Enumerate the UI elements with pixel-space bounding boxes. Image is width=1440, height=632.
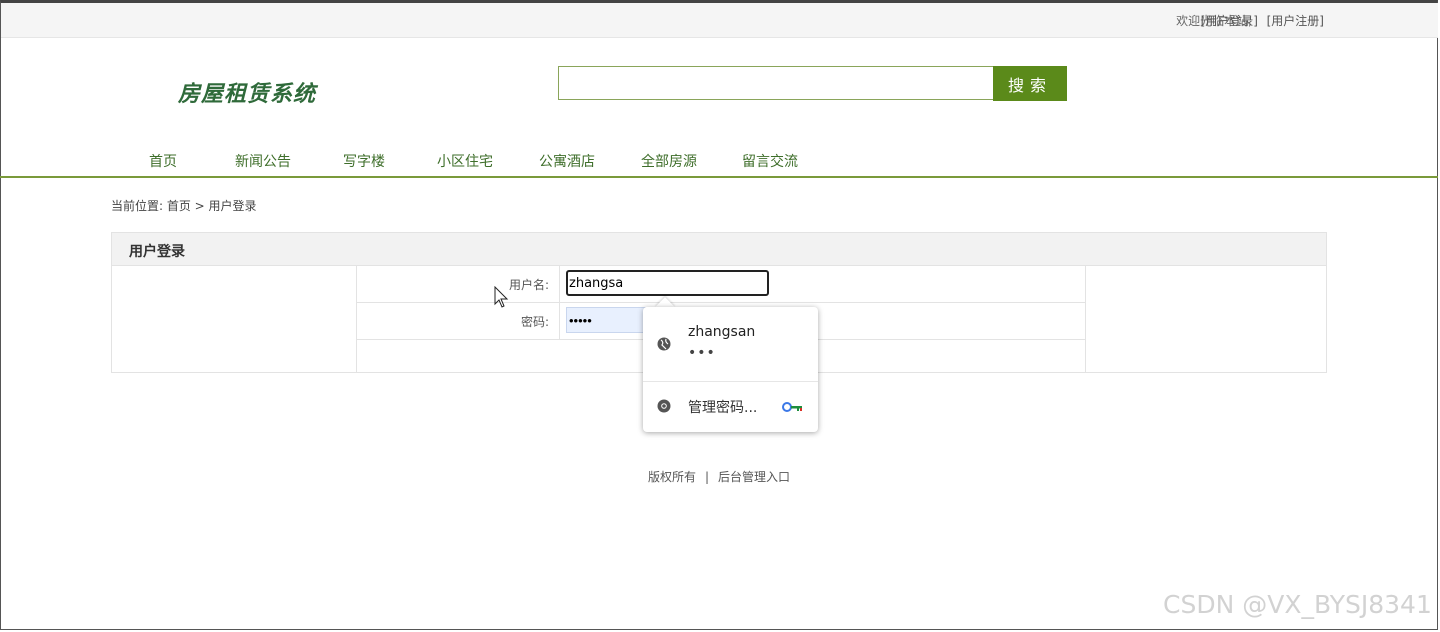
copyright-link[interactable]: 版权所有 [648,470,696,484]
user-login-link[interactable]: [用户登录] [1201,12,1258,29]
login-panel-header: 用户登录 [112,233,1326,266]
password-label: 密码: [520,315,549,329]
user-register-link[interactable]: [用户注册] [1267,12,1324,29]
nav-item-all-listings[interactable]: 全部房源 [641,151,697,171]
nav-item-residential[interactable]: 小区住宅 [437,151,493,171]
top-bar: 欢迎光临本站, [用户登录] [用户注册] [1,3,1438,38]
footer-separator: | [704,470,710,484]
suggested-password-mask: ••• [688,345,716,361]
autocomplete-dropdown: zhangsan ••• 管理密码... [643,307,818,432]
manage-passwords-item[interactable]: 管理密码... [643,381,818,432]
main-nav: 首页 新闻公告 写字楼 小区住宅 公寓酒店 全部房源 留言交流 [0,146,1438,178]
login-panel-title: 用户登录 [129,244,185,260]
globe-icon [657,337,671,351]
key-icon [782,402,802,412]
mouse-cursor-icon [494,286,509,308]
search-input[interactable] [558,66,994,100]
nav-item-messages[interactable]: 留言交流 [742,151,798,171]
autocomplete-suggestion[interactable]: zhangsan ••• [643,307,818,382]
username-row: 用户名: [357,265,1085,303]
username-input[interactable] [566,270,769,296]
row-divider [559,265,560,302]
nav-item-news[interactable]: 新闻公告 [235,151,291,171]
admin-entry-link[interactable]: 后台管理入口 [718,470,790,484]
manage-passwords-label: 管理密码... [688,400,758,416]
username-label: 用户名: [508,278,549,292]
chrome-icon [657,399,671,413]
nav-item-home[interactable]: 首页 [149,151,177,171]
row-divider [559,302,560,339]
watermark: CSDN @VX_BYSJ8341 [1163,590,1432,619]
password-input[interactable] [566,307,646,333]
footer: 版权所有 | 后台管理入口 [0,468,1438,485]
nav-item-apartment[interactable]: 公寓酒店 [539,151,595,171]
suggested-username: zhangsan [688,324,756,340]
site-logo: 房屋租赁系统 [178,81,317,107]
breadcrumb: 当前位置: 首页 > 用户登录 [111,199,257,213]
search-button[interactable]: 搜索 [993,66,1067,101]
nav-item-office[interactable]: 写字楼 [343,151,385,171]
